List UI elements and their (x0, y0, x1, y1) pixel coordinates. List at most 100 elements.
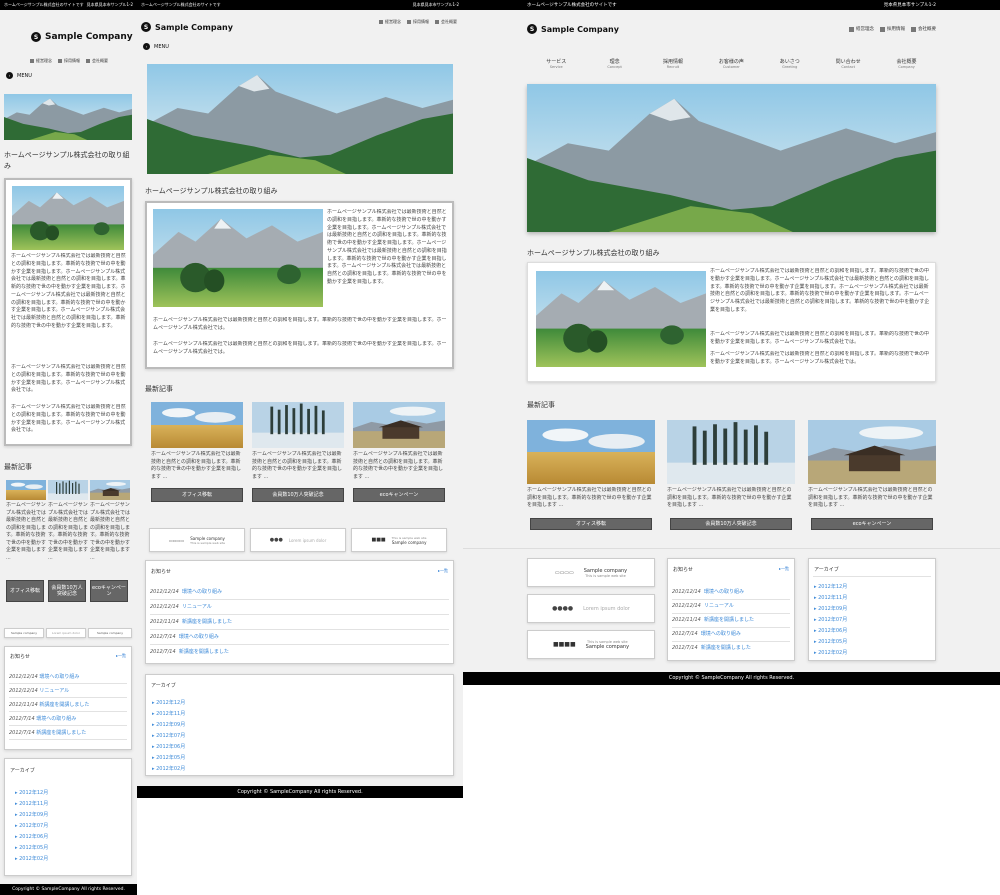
logo[interactable]: S Sample Company (141, 22, 233, 32)
archive-item[interactable]: ▸ 2012年09月 (152, 721, 185, 728)
nav-item-service[interactable]: サービス Service (527, 58, 585, 69)
news-item[interactable]: 2012/11/14 新講座を開講しました (9, 701, 127, 712)
article-button-2[interactable]: 会員数10万人突破記念 (670, 518, 792, 530)
nav-item-recruit[interactable]: 採用情報 Recruit (644, 58, 702, 69)
article-button-1[interactable]: オフィス移転 (530, 518, 652, 530)
archive-item[interactable]: ▸ 2012年06月 (15, 833, 48, 840)
tagline: ホームページサンプル株式会社のサイトです (527, 3, 617, 8)
archive-item[interactable]: ▸ 2012年12月 (814, 583, 847, 590)
banner-1[interactable]: ▭▭▭▭ Sample company This is sample web s… (149, 528, 245, 552)
archive-item[interactable]: ▸ 2012年06月 (152, 743, 185, 750)
article-image-1[interactable] (6, 480, 46, 500)
article-button-1[interactable]: オフィス移転 (6, 580, 44, 602)
news-item[interactable]: 2012/12/14 リニューアル (150, 603, 449, 615)
header-link-concept[interactable]: 経営理念 (379, 19, 401, 25)
news-item[interactable]: 2012/7/14 新講座を開講しました (150, 648, 449, 659)
article-button-3[interactable]: ecoキャンペーン (353, 488, 445, 502)
news-more-link[interactable]: ▸一覧 (779, 566, 789, 572)
bag-icon: ▭▭▭▭ (554, 569, 574, 576)
news-item[interactable]: 2012/11/14 新講座を開講しました (150, 618, 449, 630)
news-item[interactable]: 2012/7/14 新講座を開講しました (9, 729, 127, 740)
news-item[interactable]: 2012/12/14 リニューアル (9, 687, 127, 698)
article-image-3[interactable] (808, 420, 936, 484)
nav-item-contact[interactable]: 問い合わせ Contact (819, 58, 877, 69)
article-image-1[interactable] (151, 402, 243, 448)
header-link-recruit[interactable]: 採用情報 (58, 58, 80, 64)
hero-image (4, 94, 132, 140)
archive-item[interactable]: ▸ 2012年07月 (15, 822, 48, 829)
article-image-2[interactable] (667, 420, 795, 484)
article-image-3[interactable] (353, 402, 445, 448)
banner-3[interactable]: Sample company (88, 628, 132, 638)
article-button-3[interactable]: ecoキャンペーン (90, 580, 128, 602)
archive-title: アーカイブ (814, 567, 839, 573)
archive-item[interactable]: ▸ 2012年02月 (152, 765, 185, 772)
archive-item[interactable]: ▸ 2012年07月 (814, 616, 847, 623)
intro-image (153, 209, 323, 307)
archive-item[interactable]: ▸ 2012年11月 (814, 594, 847, 601)
news-more-link[interactable]: ▸一覧 (116, 653, 126, 659)
article-button-3[interactable]: ecoキャンペーン (811, 518, 933, 530)
news-item[interactable]: 2012/12/14 環境への取り組み (9, 673, 127, 684)
article-image-3[interactable] (90, 480, 130, 500)
archive-item[interactable]: ▸ 2012年11月 (152, 710, 185, 717)
banner-1[interactable]: Sample company (4, 628, 44, 638)
nav-item-customer[interactable]: お客様の声 Customer (702, 58, 760, 69)
banner-2[interactable]: Lorem ipsum dolor (46, 628, 86, 638)
news-item[interactable]: 2012/12/14 環境への取り組み (150, 588, 449, 600)
company-name: Sample Company (45, 32, 133, 42)
news-item[interactable]: 2012/12/14 リニューアル (672, 602, 790, 614)
header-link-company[interactable]: 会社概要 (911, 26, 936, 32)
banner-3[interactable]: ■■■ This is sample web site Sample compa… (351, 528, 447, 552)
header-link-concept[interactable]: 経営理念 (849, 26, 874, 32)
banner-2[interactable]: ●●●● Lorem ipsum dolor (527, 594, 655, 623)
nav-item-concept[interactable]: 理念 Concept (585, 58, 643, 69)
news-item[interactable]: 2012/12/14 環境への取り組み (672, 588, 790, 600)
news-item[interactable]: 2012/7/14 新講座を開講しました (672, 644, 790, 655)
banner-3[interactable]: ■■■■ This is sample web site Sample comp… (527, 630, 655, 659)
article-button-2[interactable]: 会員数10万人突破記念 (48, 580, 86, 602)
intro-title: ホームページサンプル株式会社の取り組み (145, 187, 278, 195)
archive-item[interactable]: ▸ 2012年05月 (814, 638, 847, 645)
banner-1[interactable]: ▭▭▭▭ Sample company This is sample web s… (527, 558, 655, 587)
menu-icon: › (143, 43, 150, 50)
archive-item[interactable]: ▸ 2012年07月 (152, 732, 185, 739)
article-image-2[interactable] (252, 402, 344, 448)
archive-item[interactable]: ▸ 2012年02月 (814, 649, 847, 656)
menu-button[interactable]: › MENU (143, 43, 169, 50)
news-more-link[interactable]: ▸一覧 (438, 568, 448, 574)
logo[interactable]: S Sample Company (31, 32, 133, 42)
news-item[interactable]: 2012/7/14 環境への取り組み (9, 715, 127, 726)
logo[interactable]: S Sample Company (527, 24, 619, 34)
article-image-2[interactable] (48, 480, 88, 500)
company-name: Sample Company (155, 22, 233, 32)
news-item[interactable]: 2012/7/14 環境への取り組み (672, 630, 790, 642)
header-link-recruit[interactable]: 採用情報 (407, 19, 429, 25)
news-item[interactable]: 2012/7/14 環境への取り組み (150, 633, 449, 645)
archive-item[interactable]: ▸ 2012年11月 (15, 800, 48, 807)
bag-icon: ▭▭▭▭ (169, 537, 185, 543)
banner-2[interactable]: ●●● Lorem ipsum dolor (250, 528, 346, 552)
archive-item[interactable]: ▸ 2012年06月 (814, 627, 847, 634)
header-link-company[interactable]: 会社概要 (435, 19, 457, 25)
intro-title: ホームページサンプル株式会社の取り組み (527, 249, 660, 257)
article-button-1[interactable]: オフィス移転 (151, 488, 243, 502)
archive-item[interactable]: ▸ 2012年12月 (15, 789, 48, 796)
archive-item[interactable]: ▸ 2012年05月 (152, 754, 185, 761)
intro-text-2: ホームページサンプル株式会社では最新技術と自然との調和を目指します。革新的な技術… (710, 331, 930, 345)
nav-item-company[interactable]: 会社概要 Company (877, 58, 935, 69)
article-excerpt-1: ホームページサンプル株式会社では最新技術と自然との調和を目指します。革新的な技術… (6, 502, 46, 561)
archive-item[interactable]: ▸ 2012年05月 (15, 844, 48, 851)
archive-item[interactable]: ▸ 2012年09月 (15, 811, 48, 818)
archive-item[interactable]: ▸ 2012年02月 (15, 855, 48, 862)
article-image-1[interactable] (527, 420, 655, 484)
archive-item[interactable]: ▸ 2012年12月 (152, 699, 185, 706)
article-button-2[interactable]: 会員数10万人突破記念 (252, 488, 344, 502)
header-link-company[interactable]: 会社概要 (86, 58, 108, 64)
nav-item-greeting[interactable]: あいさつ Greeting (761, 58, 819, 69)
archive-item[interactable]: ▸ 2012年09月 (814, 605, 847, 612)
menu-button[interactable]: › MENU (6, 72, 32, 79)
header-link-recruit[interactable]: 採用情報 (880, 26, 905, 32)
news-item[interactable]: 2012/11/14 新講座を開講しました (672, 616, 790, 628)
header-link-concept[interactable]: 経営理念 (30, 58, 52, 64)
